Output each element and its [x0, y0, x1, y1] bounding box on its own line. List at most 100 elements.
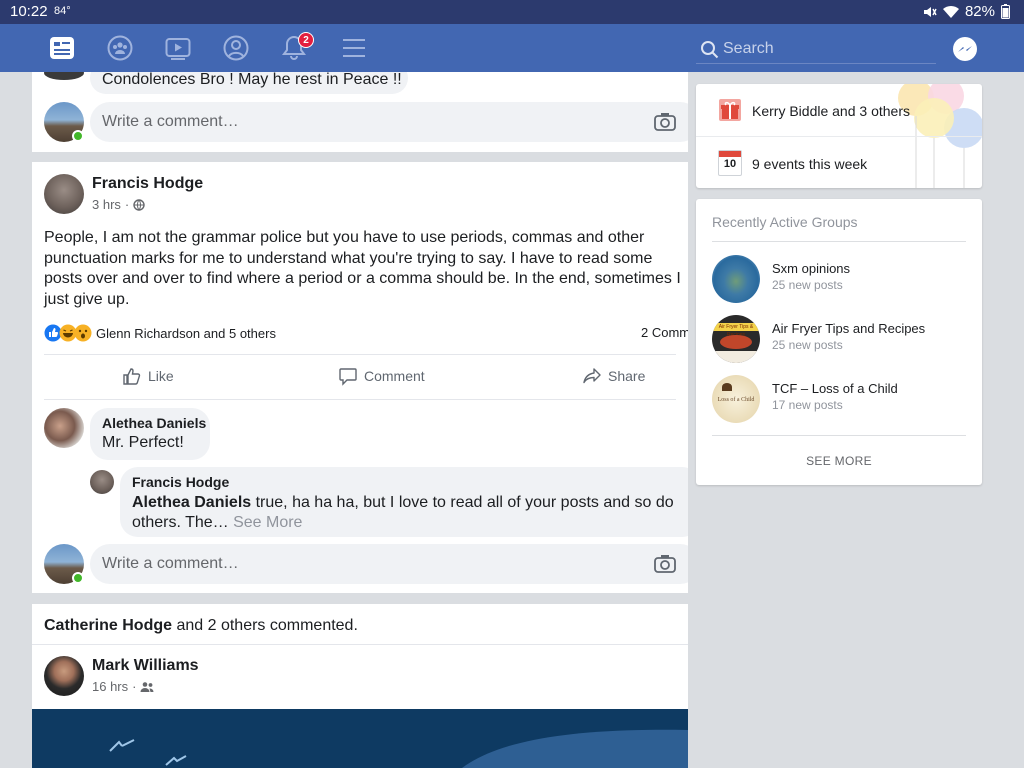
- group-new-posts: 17 new posts: [772, 398, 843, 412]
- commenter-avatar: [44, 72, 84, 80]
- reactions-summary[interactable]: Glenn Richardson and 5 others: [44, 324, 276, 342]
- reply-author-avatar[interactable]: [90, 470, 114, 494]
- camera-icon[interactable]: [654, 112, 676, 132]
- group-thumbnail-caption: Air Fryer Tips & Recipes: [712, 323, 760, 338]
- comment-label: Comment: [364, 368, 425, 384]
- gift-icon: [718, 98, 742, 122]
- group-thumbnail: [712, 255, 760, 303]
- reply-text: Alethea Daniels true, ha ha ha, but I lo…: [132, 493, 688, 532]
- share-label: Share: [608, 368, 646, 384]
- notification-count-badge: 2: [298, 32, 314, 48]
- divider: [712, 435, 966, 436]
- like-label: Like: [148, 368, 174, 384]
- calendar-icon: 10: [718, 150, 742, 176]
- post-time[interactable]: 16 hrs: [92, 679, 128, 694]
- recently-active-groups-card: Recently Active Groups Sxm opinions 25 n…: [696, 199, 982, 485]
- status-temperature: 84°: [54, 5, 71, 17]
- group-name: TCF – Loss of a Child: [772, 381, 898, 396]
- group-thumbnail: Loss of a Child: [712, 375, 760, 423]
- group-new-posts: 25 new posts: [772, 278, 843, 292]
- reply-bubble: Francis Hodge Alethea Daniels true, ha h…: [120, 467, 688, 537]
- group-item[interactable]: Air Fryer Tips & Recipes Air Fryer Tips …: [712, 313, 966, 365]
- author-avatar[interactable]: [44, 174, 84, 214]
- group-item[interactable]: Sxm opinions 25 new posts: [712, 253, 966, 305]
- wow-reaction-icon: [74, 324, 92, 342]
- commenter-avatar[interactable]: [44, 408, 84, 448]
- divider: [712, 241, 966, 242]
- search-input[interactable]: [723, 38, 923, 60]
- activity-header: Catherine Hodge and 2 others commented.: [44, 617, 358, 635]
- comments-count[interactable]: 2 Comments: [641, 325, 688, 340]
- online-status-dot: [72, 130, 84, 142]
- group-item[interactable]: Loss of a Child TCF – Loss of a Child 17…: [712, 373, 966, 425]
- reply-mention[interactable]: Alethea Daniels: [132, 494, 251, 511]
- comment-author[interactable]: Alethea Daniels: [102, 415, 206, 431]
- share-button[interactable]: Share: [582, 365, 645, 387]
- calendar-day: 10: [723, 158, 737, 170]
- watch-icon[interactable]: [164, 34, 192, 62]
- search-bar[interactable]: [696, 36, 936, 64]
- messenger-icon[interactable]: [952, 36, 978, 62]
- author-avatar[interactable]: [44, 656, 84, 696]
- events-text[interactable]: 9 events this week: [752, 156, 867, 172]
- post-author[interactable]: Mark Williams: [92, 657, 199, 675]
- battery-icon: [1001, 4, 1010, 19]
- share-arrow-icon: [583, 368, 601, 384]
- search-icon: [701, 41, 719, 59]
- group-name: Sxm opinions: [772, 261, 851, 276]
- divider: [44, 399, 676, 400]
- post-card: Catherine Hodge and 2 others commented. …: [32, 604, 688, 768]
- group-thumbnail-caption: Loss of a Child: [717, 397, 755, 403]
- camera-icon[interactable]: [654, 554, 676, 574]
- divider: [44, 354, 676, 355]
- post-author[interactable]: Francis Hodge: [92, 175, 203, 193]
- battery-percent: 82%: [964, 3, 995, 20]
- groups-title: Recently Active Groups: [712, 214, 858, 230]
- activity-name[interactable]: Catherine Hodge: [44, 617, 172, 634]
- globe-icon: [133, 198, 145, 211]
- comment-box[interactable]: [90, 544, 688, 584]
- comment-input[interactable]: [102, 110, 622, 134]
- thumbs-up-icon: [123, 368, 141, 385]
- comment-input[interactable]: [102, 552, 622, 576]
- post-body: People, I am not the grammar police but …: [44, 229, 681, 308]
- friends-audience-icon: [140, 681, 154, 692]
- see-more-groups-button[interactable]: SEE MORE: [696, 454, 982, 468]
- groups-icon[interactable]: [106, 34, 134, 62]
- divider: [32, 644, 688, 645]
- post-image[interactable]: [32, 709, 688, 768]
- comment-box[interactable]: [90, 102, 688, 142]
- mute-icon: [923, 5, 937, 19]
- like-button[interactable]: Like: [122, 365, 174, 387]
- status-time: 10:22: [10, 3, 48, 20]
- profile-icon[interactable]: [222, 34, 250, 62]
- reply-author[interactable]: Francis Hodge: [132, 474, 229, 490]
- comment-bubble: Condolences Bro ! May he rest in Peace !…: [90, 72, 408, 94]
- wifi-icon: [942, 5, 959, 19]
- comment-icon: [339, 368, 357, 386]
- comment-bubble: Alethea Daniels Mr. Perfect!: [90, 408, 210, 460]
- post-meta: 16 hrs ·: [92, 679, 154, 694]
- activity-text: and 2 others commented.: [172, 617, 358, 634]
- status-indicators: 82%: [923, 3, 1010, 20]
- comment-text: Mr. Perfect!: [102, 434, 184, 451]
- group-name: Air Fryer Tips and Recipes: [772, 321, 926, 336]
- birthdays-events-card: Kerry Biddle and 3 others 10 9 events th…: [696, 84, 982, 188]
- post-meta: 3 hrs ·: [92, 197, 145, 212]
- comment-button[interactable]: Comment: [338, 365, 425, 387]
- post-time[interactable]: 3 hrs: [92, 197, 121, 212]
- comment-text: Condolences Bro ! May he rest in Peace !…: [102, 72, 402, 88]
- status-bar: 10:22 84° 82%: [0, 0, 1024, 24]
- reactions-text: Glenn Richardson and 5 others: [96, 325, 276, 341]
- post-card: Francis Hodge 3 hrs · People, I am not t…: [32, 162, 688, 593]
- divider: [696, 136, 982, 137]
- group-thumbnail: Air Fryer Tips & Recipes: [712, 315, 760, 363]
- group-new-posts: 25 new posts: [772, 338, 843, 352]
- news-feed-icon[interactable]: [48, 34, 76, 62]
- previous-post-comments: Condolences Bro ! May he rest in Peace !…: [32, 72, 688, 152]
- see-more-link[interactable]: See More: [229, 514, 302, 531]
- post-image-art: [109, 729, 688, 768]
- menu-icon[interactable]: [340, 34, 368, 62]
- birthdays-text[interactable]: Kerry Biddle and 3 others: [752, 103, 910, 119]
- online-status-dot: [72, 572, 84, 584]
